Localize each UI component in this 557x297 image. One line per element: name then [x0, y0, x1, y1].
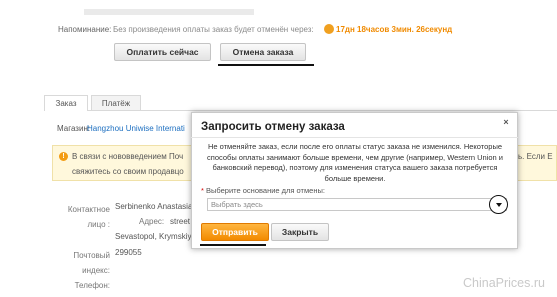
- postal-code: 299055: [115, 248, 142, 257]
- tabs-divider: [44, 110, 557, 111]
- required-star: *: [201, 186, 204, 195]
- reason-label: * Выберите основание для отмены:: [201, 186, 325, 195]
- phone-label: Телефон:: [74, 281, 110, 290]
- address-line2: Sevastopol, Krymskiy: [115, 232, 191, 241]
- highlight-underline: [218, 64, 314, 66]
- faded-status-row: [84, 8, 254, 17]
- notice-text-line1: В связи с нововведением Поч: [72, 152, 184, 161]
- watermark: ChinaPrices.ru: [463, 276, 545, 290]
- reminder-label: Напоминание:: [58, 25, 112, 34]
- reason-select-toggle[interactable]: [489, 195, 508, 214]
- highlight-underline: [200, 244, 266, 246]
- shop-label: Магазин:: [57, 124, 91, 133]
- dialog-divider: [191, 137, 518, 138]
- reason-label-text: Выберите основание для отмены:: [206, 186, 325, 195]
- reason-select-placeholder: Выбрать здесь: [211, 200, 263, 209]
- dialog-title: Запросить отмену заказа: [201, 121, 345, 133]
- tab-payment[interactable]: Платёж: [91, 95, 141, 110]
- notice-text-line2: свяжитесь со своим продавцо: [72, 167, 184, 176]
- chevron-down-icon: [495, 202, 502, 207]
- address-line1: street: [170, 217, 191, 226]
- contact-label: Контактное лицо :: [67, 205, 110, 229]
- warning-icon: !: [59, 152, 68, 161]
- close-icon[interactable]: ×: [501, 116, 511, 128]
- tab-order[interactable]: Заказ: [44, 95, 88, 111]
- reminder-text: Без произведения оплаты заказ будет отме…: [113, 25, 314, 34]
- address-label: Адрес:: [139, 217, 165, 226]
- submit-button[interactable]: Отправить: [201, 223, 269, 241]
- shop-link[interactable]: Hangzhou Uniwise Internati: [87, 124, 192, 133]
- clock-icon: [324, 24, 334, 34]
- pay-now-button[interactable]: Оплатить сейчас: [114, 43, 211, 61]
- countdown-timer: 17дн 18часов 3мин. 26секунд: [336, 25, 453, 34]
- close-button[interactable]: Закрыть: [271, 223, 329, 241]
- postal-label: Почтовый индекс:: [73, 251, 110, 275]
- contact-name: Serbinenko Anastasia: [115, 202, 191, 211]
- cancel-order-button[interactable]: Отмена заказа: [220, 43, 306, 61]
- dialog-info-text: Не отменяйте заказ, если после его оплат…: [207, 142, 503, 183]
- notice-text-right: ь. Если Е: [518, 152, 553, 161]
